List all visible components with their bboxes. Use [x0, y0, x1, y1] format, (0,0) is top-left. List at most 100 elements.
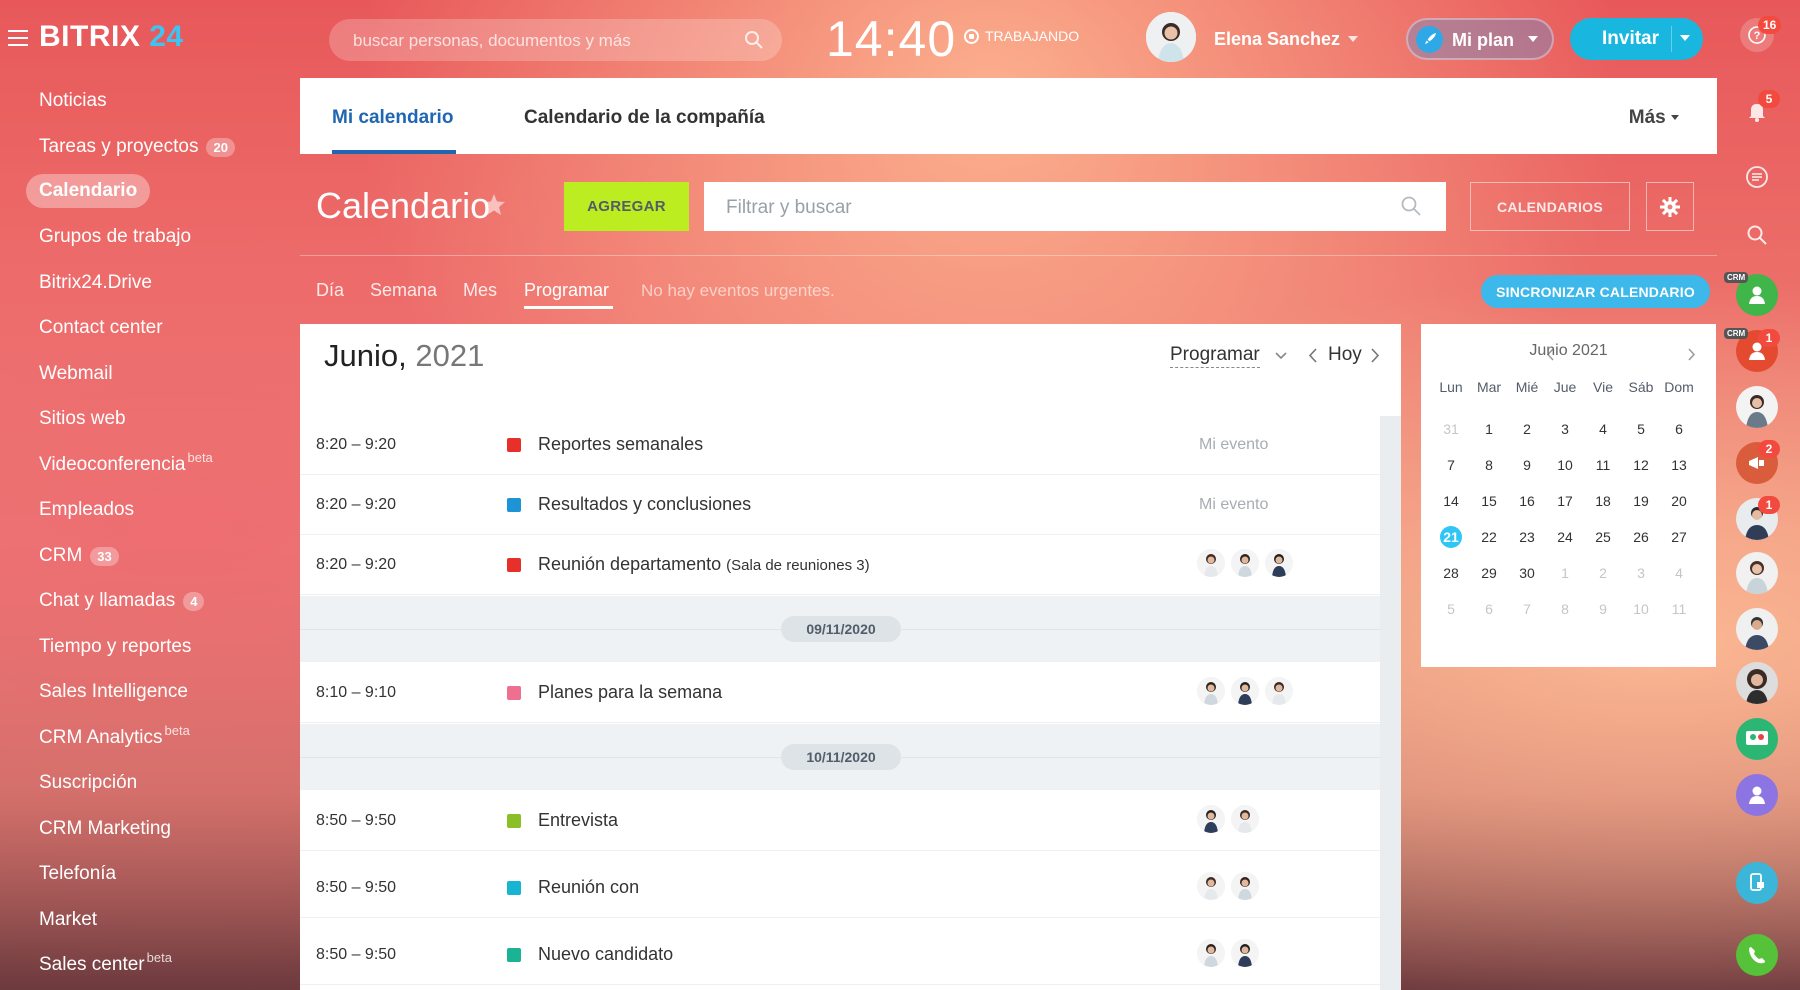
- mobile-app-icon[interactable]: [1736, 862, 1778, 904]
- mini-calendar-day[interactable]: 1: [1546, 562, 1584, 584]
- sidebar-item[interactable]: Grupos de trabajo: [26, 220, 204, 254]
- sidebar-item[interactable]: Telefonía: [26, 857, 129, 891]
- mini-calendar-day[interactable]: 14: [1432, 490, 1470, 512]
- event-title[interactable]: Reunión con: [538, 877, 639, 898]
- mini-calendar-day[interactable]: 26: [1622, 526, 1660, 548]
- global-search-input[interactable]: buscar personas, documentos y más: [329, 19, 782, 61]
- user-icon[interactable]: [1736, 774, 1778, 816]
- mini-calendar-day[interactable]: 20: [1660, 490, 1698, 512]
- sidebar-item[interactable]: Calendario: [26, 174, 151, 208]
- mini-calendar-day[interactable]: 1: [1470, 418, 1508, 440]
- mini-calendar-day[interactable]: 8: [1546, 598, 1584, 620]
- calendars-button[interactable]: CALENDARIOS: [1470, 182, 1630, 231]
- my-plan-button[interactable]: Mi plan: [1406, 18, 1554, 60]
- user-avatar[interactable]: [1146, 12, 1196, 62]
- tab-my-calendar[interactable]: Mi calendario: [332, 107, 453, 129]
- mini-calendar-day[interactable]: 24: [1546, 526, 1584, 548]
- event-title[interactable]: Reunión departamento (Sala de reuniones …: [538, 554, 870, 575]
- mini-calendar-day[interactable]: 27: [1660, 526, 1698, 548]
- attendee-avatar[interactable]: [1197, 805, 1225, 833]
- attendee-avatar[interactable]: [1197, 939, 1225, 967]
- clock[interactable]: 14:40: [826, 10, 956, 68]
- sidebar-item[interactable]: Sales center beta: [26, 948, 185, 982]
- sidebar-item[interactable]: CRM Analytics beta: [26, 721, 203, 755]
- attendee-avatar[interactable]: [1265, 677, 1293, 705]
- menu-icon[interactable]: [8, 30, 28, 46]
- sidebar-item[interactable]: CRM 33: [26, 539, 132, 573]
- mini-calendar-day[interactable]: 5: [1432, 598, 1470, 620]
- search-icon[interactable]: [1736, 214, 1778, 256]
- mini-calendar-day[interactable]: 10: [1622, 598, 1660, 620]
- view-select-dropdown[interactable]: Programar: [1170, 344, 1260, 368]
- mini-calendar-day[interactable]: 18: [1584, 490, 1622, 512]
- attendee-avatar[interactable]: [1231, 677, 1259, 705]
- user-name[interactable]: Elena Sanchez: [1214, 29, 1340, 50]
- mini-calendar-day[interactable]: 25: [1584, 526, 1622, 548]
- mini-calendar-day[interactable]: 13: [1660, 454, 1698, 476]
- scrollbar[interactable]: [1380, 416, 1401, 990]
- event-title[interactable]: Entrevista: [538, 810, 618, 831]
- sidebar-item[interactable]: Tareas y proyectos 20: [26, 130, 248, 164]
- chevron-left-icon[interactable]: [1308, 348, 1317, 363]
- mini-calendar-day[interactable]: 3: [1622, 562, 1660, 584]
- mini-calendar-day[interactable]: 15: [1470, 490, 1508, 512]
- event-row[interactable]: 8:20 – 9:20 Reunión departamento (Sala de…: [300, 536, 1380, 594]
- mini-calendar-day[interactable]: 7: [1508, 598, 1546, 620]
- mini-calendar-day[interactable]: 19: [1622, 490, 1660, 512]
- invite-button[interactable]: Invitar: [1570, 18, 1703, 60]
- mini-calendar-day[interactable]: 12: [1622, 454, 1660, 476]
- today-button[interactable]: Hoy: [1328, 344, 1362, 366]
- logo[interactable]: BITRIX 24: [39, 20, 184, 54]
- mini-calendar-day[interactable]: 11: [1584, 454, 1622, 476]
- mini-calendar-day[interactable]: 2: [1508, 418, 1546, 440]
- settings-button[interactable]: [1646, 182, 1694, 231]
- mini-calendar-day[interactable]: 9: [1584, 598, 1622, 620]
- sidebar-item[interactable]: Sales Intelligence: [26, 675, 201, 709]
- chevron-down-icon[interactable]: [1275, 352, 1287, 360]
- sidebar-item[interactable]: Empleados: [26, 493, 147, 527]
- caret-down-icon[interactable]: [1348, 36, 1358, 42]
- sync-calendar-button[interactable]: SINCRONIZAR CALENDARIO: [1481, 275, 1710, 308]
- star-icon[interactable]: [482, 193, 506, 216]
- chevron-right-icon[interactable]: [1688, 348, 1696, 361]
- mini-calendar-day[interactable]: 11: [1660, 598, 1698, 620]
- event-title[interactable]: Planes para la semana: [538, 682, 722, 703]
- mini-calendar-day[interactable]: 16: [1508, 490, 1546, 512]
- event-title[interactable]: Nuevo candidato: [538, 944, 673, 965]
- mini-calendar-day[interactable]: 23: [1508, 526, 1546, 548]
- event-title[interactable]: Reportes semanales: [538, 434, 703, 455]
- sidebar-item[interactable]: Sitios web: [26, 402, 139, 436]
- event-row[interactable]: 8:20 – 9:20 Reportes semanales Mi evento: [300, 416, 1380, 474]
- contact-avatar[interactable]: [1736, 608, 1778, 650]
- sidebar-item[interactable]: Chat y llamadas 4: [26, 584, 217, 618]
- search-icon[interactable]: [1400, 195, 1422, 217]
- tab-company-calendar[interactable]: Calendario de la compañía: [524, 107, 765, 129]
- attendee-avatar[interactable]: [1231, 549, 1259, 577]
- mini-calendar-day[interactable]: 3: [1546, 418, 1584, 440]
- event-row[interactable]: 8:50 – 9:50 Entrevista: [300, 792, 1380, 850]
- add-button[interactable]: AGREGAR: [564, 182, 689, 231]
- mini-calendar-day[interactable]: 22: [1470, 526, 1508, 548]
- attendee-avatar[interactable]: [1197, 872, 1225, 900]
- video-group-icon[interactable]: [1736, 718, 1778, 760]
- mini-calendar-day[interactable]: 30: [1508, 562, 1546, 584]
- mini-calendar-day[interactable]: 6: [1660, 418, 1698, 440]
- contact-avatar[interactable]: [1736, 662, 1778, 704]
- sidebar-item[interactable]: Market: [26, 903, 110, 937]
- mini-calendar-day[interactable]: 28: [1432, 562, 1470, 584]
- event-row[interactable]: 8:50 – 9:50 Nuevo candidato: [300, 926, 1380, 984]
- mini-calendar-day[interactable]: 8: [1470, 454, 1508, 476]
- mini-calendar-day[interactable]: 31: [1432, 418, 1470, 440]
- event-title[interactable]: Resultados y conclusiones: [538, 494, 751, 515]
- more-menu[interactable]: Más: [1629, 107, 1679, 129]
- chevron-right-icon[interactable]: [1371, 348, 1380, 363]
- mini-calendar-day[interactable]: 4: [1660, 562, 1698, 584]
- sidebar-item[interactable]: Noticias: [26, 84, 120, 118]
- view-schedule[interactable]: Programar: [524, 280, 609, 301]
- attendee-avatar[interactable]: [1231, 872, 1259, 900]
- sidebar-item[interactable]: Videoconferencia beta: [26, 448, 226, 482]
- sidebar-item[interactable]: CRM Marketing: [26, 812, 184, 846]
- sidebar-item[interactable]: Tiempo y reportes: [26, 630, 204, 664]
- mini-calendar-day[interactable]: 10: [1546, 454, 1584, 476]
- attendee-avatar[interactable]: [1231, 805, 1259, 833]
